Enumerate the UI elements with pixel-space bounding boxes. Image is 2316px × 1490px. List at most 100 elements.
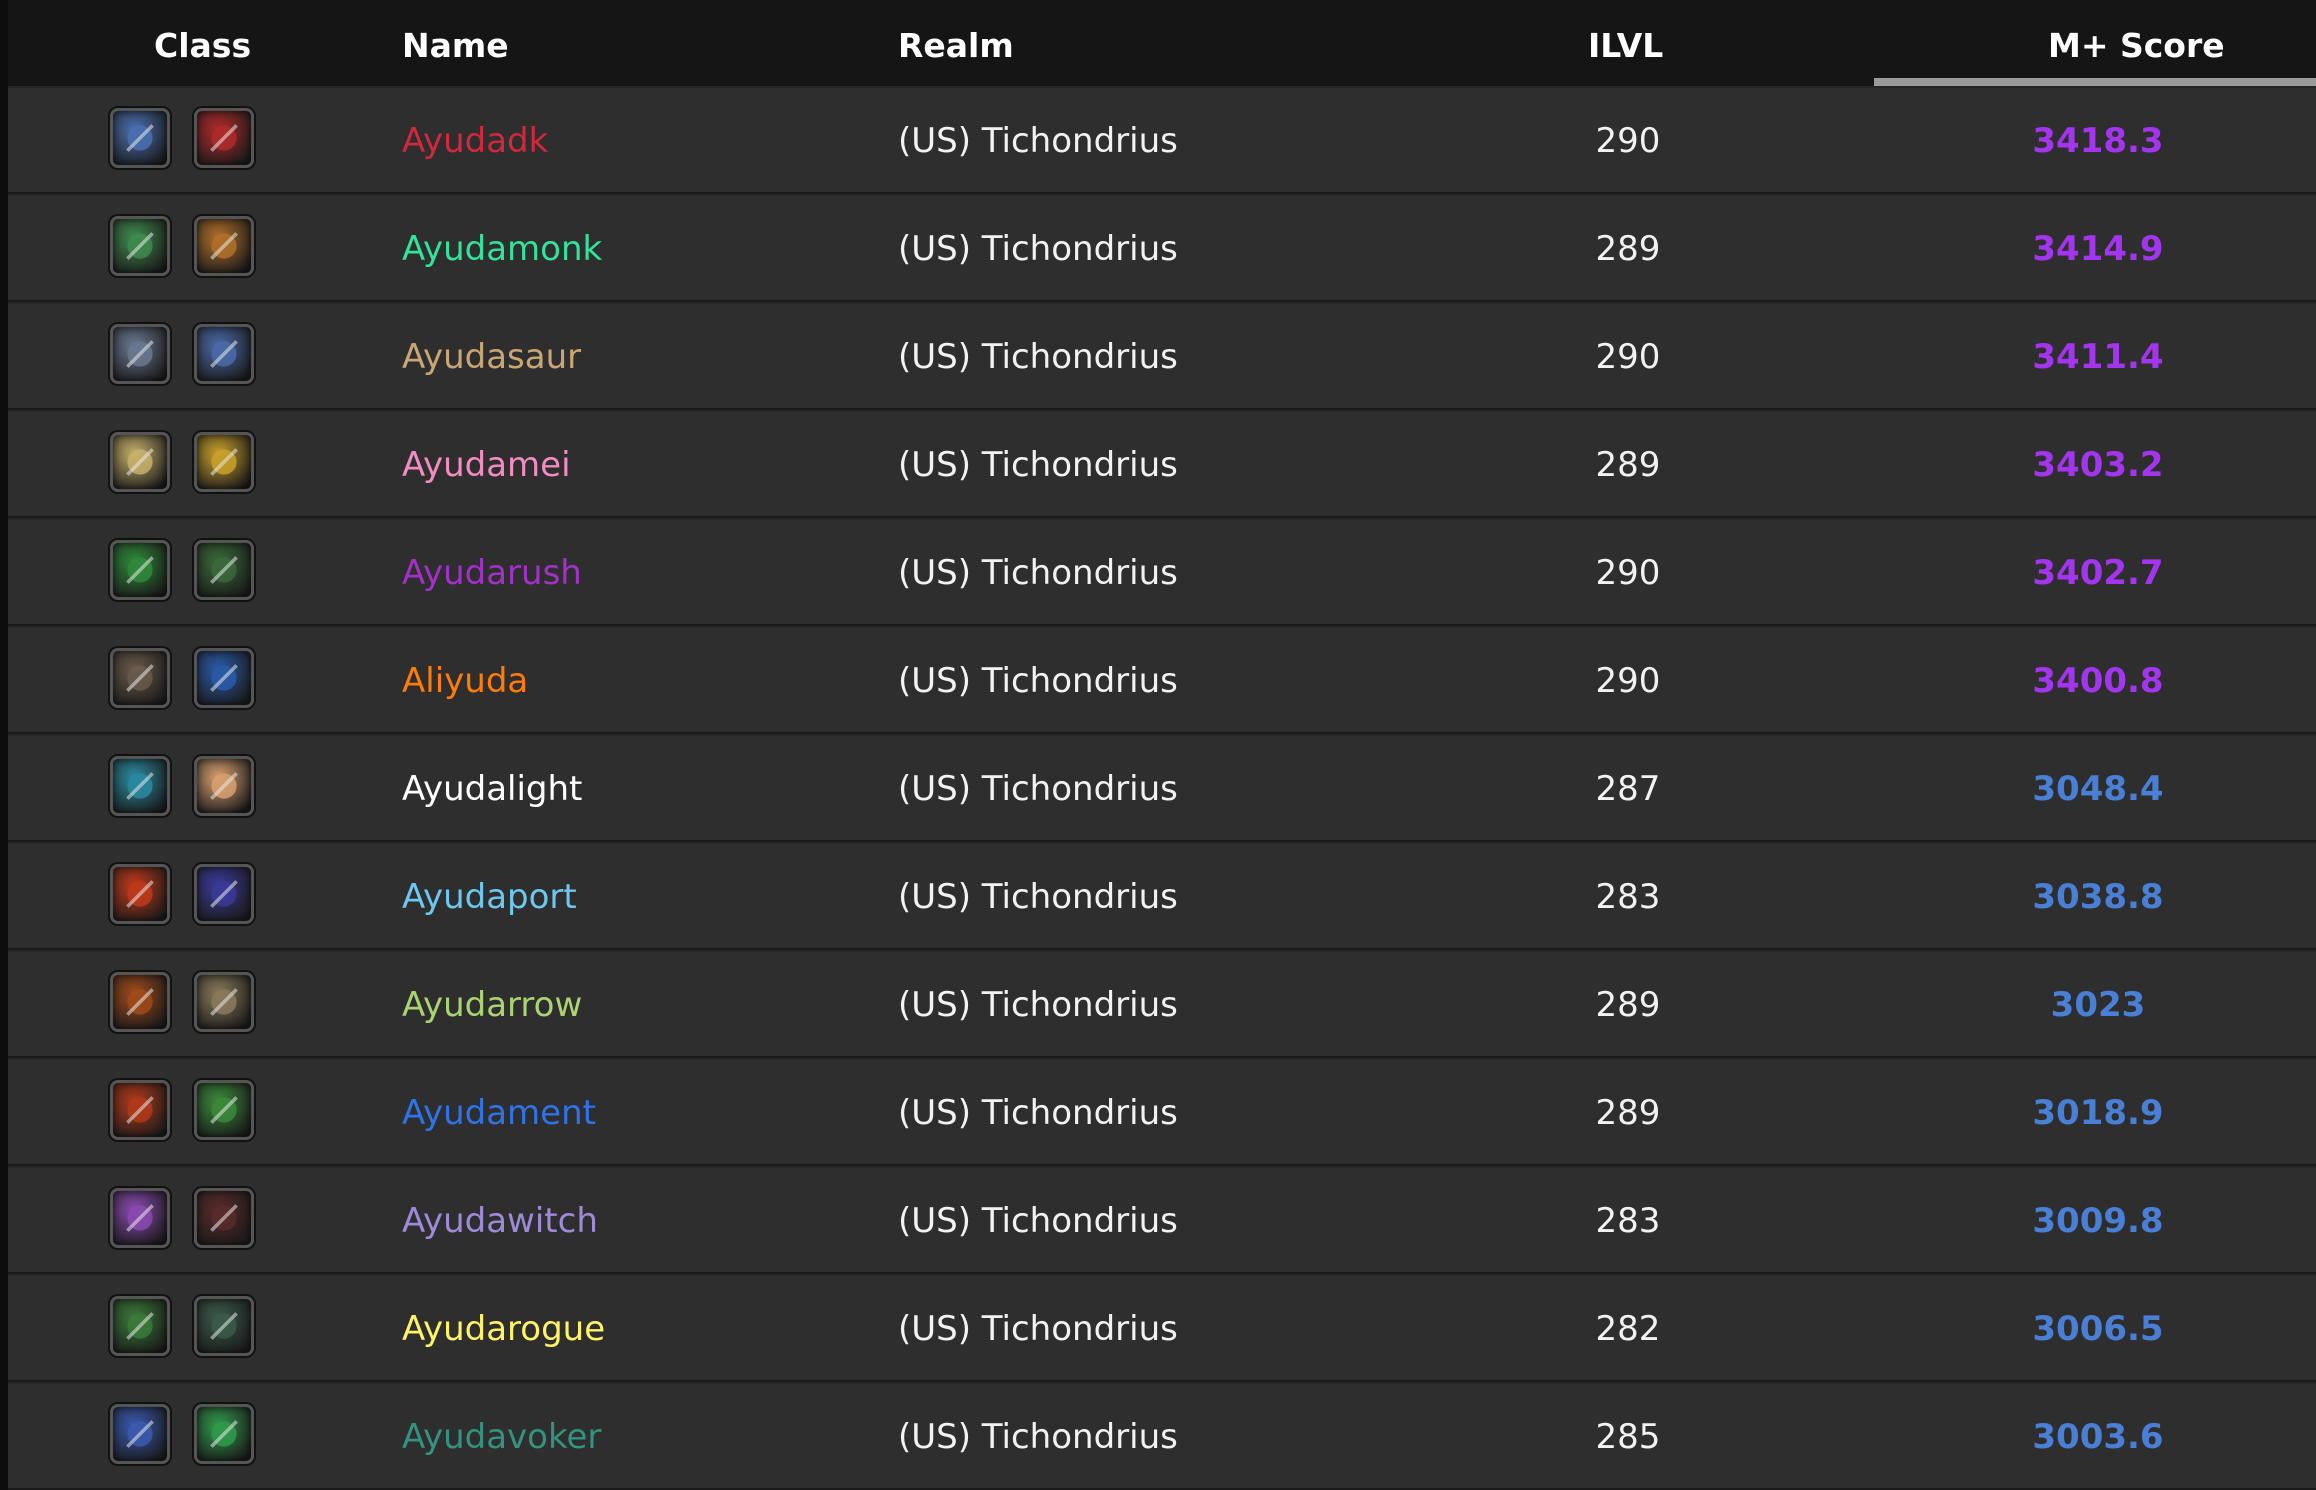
table-row[interactable]: Aliyuda (US) Tichondrius 290 3400.8 (8, 626, 2316, 732)
table-header: Class Name Realm ILVL M+ Score (8, 0, 2316, 86)
realm-cell: (US) Tichondrius (898, 229, 1178, 269)
character-name-link[interactable]: Ayudamonk (402, 196, 602, 302)
ilvl-cell: 287 (1595, 769, 1661, 809)
header-class[interactable]: Class (154, 0, 251, 86)
realm-cell: (US) Tichondrius (898, 877, 1178, 917)
ilvl-cell: 289 (1595, 229, 1661, 269)
class-cell (110, 196, 280, 302)
table-row[interactable]: Ayudamonk (US) Tichondrius 289 3414.9 (8, 194, 2316, 300)
golden-helm-icon (194, 432, 254, 492)
class-cell (110, 628, 280, 734)
ilvl-cell: 290 (1595, 337, 1661, 377)
character-name-link[interactable]: Ayudaport (402, 844, 577, 950)
mplus-score-cell: 3009.8 (2032, 1201, 2164, 1241)
mplus-score-cell: 3003.6 (2032, 1417, 2164, 1457)
character-name-link[interactable]: Ayudawitch (402, 1168, 598, 1274)
character-name-link[interactable]: Ayudavoker (402, 1384, 601, 1490)
blue-paw-icon (194, 648, 254, 708)
realm-cell: (US) Tichondrius (898, 985, 1178, 1025)
table-row[interactable]: Ayudament (US) Tichondrius 289 3018.9 (8, 1058, 2316, 1164)
realm-cell: (US) Tichondrius (898, 1093, 1178, 1133)
character-name-link[interactable]: Aliyuda (402, 628, 528, 734)
realm-cell: (US) Tichondrius (898, 661, 1178, 701)
class-cell (110, 88, 280, 194)
header-ilvl[interactable]: ILVL (1588, 0, 1663, 86)
nature-hand-icon (194, 1080, 254, 1140)
dragon-claw-icon (110, 1404, 170, 1464)
character-name-link[interactable]: Ayudalight (402, 736, 582, 842)
ilvl-cell: 285 (1595, 1417, 1661, 1457)
class-cell (110, 1384, 280, 1490)
ilvl-cell: 289 (1595, 1093, 1661, 1133)
leaderboard: Class Name Realm ILVL M+ Score Ayudadk (… (0, 0, 2316, 1490)
ilvl-cell: 282 (1595, 1309, 1661, 1349)
realm-cell: (US) Tichondrius (898, 553, 1178, 593)
ilvl-cell: 290 (1595, 121, 1661, 161)
sword-icon (110, 324, 170, 384)
realm-cell: (US) Tichondrius (898, 1309, 1178, 1349)
character-name-link[interactable]: Ayudament (402, 1060, 596, 1166)
character-name-link[interactable]: Ayudarogue (402, 1276, 605, 1382)
brewmaster-ox-icon (194, 216, 254, 276)
holy-hammer-icon (110, 432, 170, 492)
header-realm[interactable]: Realm (898, 0, 1014, 86)
mplus-score-cell: 3400.8 (2032, 661, 2164, 701)
realm-cell: (US) Tichondrius (898, 121, 1178, 161)
totem-mask-icon (110, 1080, 170, 1140)
holy-shield-icon (194, 756, 254, 816)
ilvl-cell: 290 (1595, 553, 1661, 593)
jade-serpent-icon (110, 216, 170, 276)
class-cell (110, 304, 280, 410)
character-name-link[interactable]: Ayudamei (402, 412, 571, 518)
realm-cell: (US) Tichondrius (898, 1201, 1178, 1241)
demon-horns-icon (194, 540, 254, 600)
class-cell (110, 1060, 280, 1166)
mplus-score-cell: 3403.2 (2032, 445, 2164, 485)
arcane-bolt-icon (194, 864, 254, 924)
mplus-score-cell: 3048.4 (2032, 769, 2164, 809)
ilvl-cell: 289 (1595, 445, 1661, 485)
realm-cell: (US) Tichondrius (898, 445, 1178, 485)
table-body: Ayudadk (US) Tichondrius 290 3418.3 Ayud… (8, 86, 2316, 1490)
realm-cell: (US) Tichondrius (898, 337, 1178, 377)
mplus-score-cell: 3418.3 (2032, 121, 2164, 161)
green-clover-icon (194, 1404, 254, 1464)
class-cell (110, 412, 280, 518)
shadow-hand-icon (110, 1188, 170, 1248)
mplus-score-cell: 3018.9 (2032, 1093, 2164, 1133)
table-row[interactable]: Ayudarush (US) Tichondrius 290 3402.7 (8, 518, 2316, 624)
ilvl-cell: 289 (1595, 985, 1661, 1025)
character-name-link[interactable]: Ayudadk (402, 88, 548, 194)
class-cell (110, 736, 280, 842)
demon-face-icon (194, 1188, 254, 1248)
header-mplus-score[interactable]: M+ Score (2048, 0, 2225, 86)
shield-icon (194, 324, 254, 384)
class-cell (110, 520, 280, 626)
holy-staff-icon (110, 756, 170, 816)
character-name-link[interactable]: Ayudarrow (402, 952, 582, 1058)
armored-hunter-icon (194, 972, 254, 1032)
class-cell (110, 1168, 280, 1274)
table-row[interactable]: Ayudamei (US) Tichondrius 289 3403.2 (8, 410, 2316, 516)
table-row[interactable]: Ayudalight (US) Tichondrius 287 3048.4 (8, 734, 2316, 840)
table-row[interactable]: Ayudawitch (US) Tichondrius 283 3009.8 (8, 1166, 2316, 1272)
character-name-link[interactable]: Ayudasaur (402, 304, 581, 410)
class-cell (110, 1276, 280, 1382)
class-cell (110, 844, 280, 950)
frost-rune-sword-icon (110, 108, 170, 168)
realm-cell: (US) Tichondrius (898, 1417, 1178, 1457)
table-row[interactable]: Ayudarogue (US) Tichondrius 282 3006.5 (8, 1274, 2316, 1380)
fire-wand-icon (110, 864, 170, 924)
table-row[interactable]: Ayudasaur (US) Tichondrius 290 3411.4 (8, 302, 2316, 408)
character-name-link[interactable]: Ayudarush (402, 520, 582, 626)
mplus-score-cell: 3402.7 (2032, 553, 2164, 593)
header-name[interactable]: Name (402, 0, 509, 86)
hooded-rogue-icon (194, 1296, 254, 1356)
mplus-score-cell: 3414.9 (2032, 229, 2164, 269)
table-row[interactable]: Ayudadk (US) Tichondrius 290 3418.3 (8, 86, 2316, 192)
table-row[interactable]: Ayudarrow (US) Tichondrius 289 3023 (8, 950, 2316, 1056)
table-row[interactable]: Ayudavoker (US) Tichondrius 285 3003.6 (8, 1382, 2316, 1488)
table-row[interactable]: Ayudaport (US) Tichondrius 283 3038.8 (8, 842, 2316, 948)
blood-skull-icon (194, 108, 254, 168)
class-cell (110, 952, 280, 1058)
